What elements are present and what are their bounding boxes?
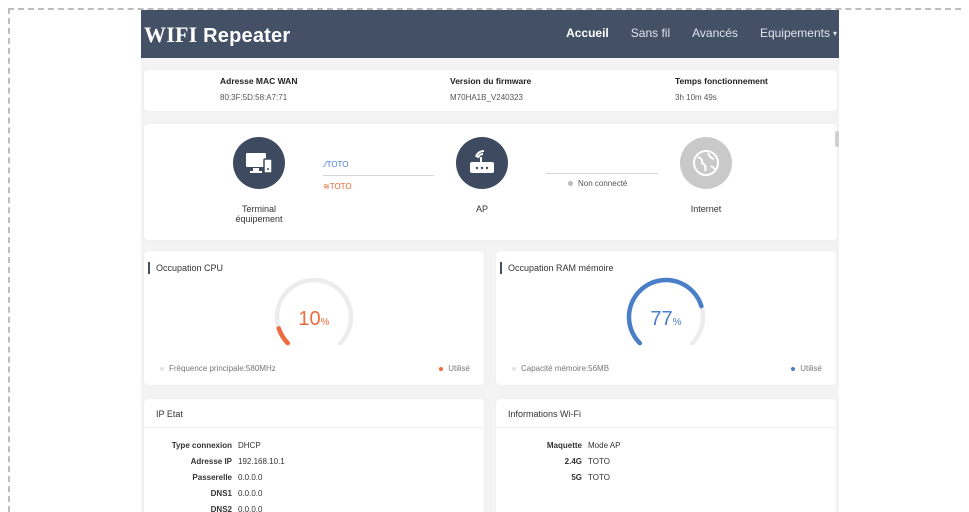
kv-key: Passerelle bbox=[192, 473, 232, 482]
kv-value: Mode AP bbox=[588, 441, 621, 450]
kv-key: 2.4G bbox=[564, 457, 582, 466]
monitor-icon bbox=[246, 153, 273, 174]
nav-equipements-label: Equipements bbox=[759, 26, 830, 40]
kv-value: 0.0.0.0 bbox=[238, 505, 263, 512]
link-terminal-ap bbox=[323, 175, 434, 176]
globe-icon bbox=[693, 150, 719, 176]
legend-dot-used bbox=[439, 366, 444, 371]
kv-key: 5G bbox=[571, 473, 582, 482]
cpu-used-label: Utilisé bbox=[448, 364, 470, 373]
top-navbar: WIFI Repeater Accueil Sans fil Avancés E… bbox=[141, 10, 839, 58]
ram-footer-right: Utilisé bbox=[791, 364, 822, 373]
cpu-footer-left: Fréquence principale:580MHz bbox=[160, 364, 276, 373]
kv-value: TOTO bbox=[588, 473, 610, 482]
brand-prefix: WIFI bbox=[144, 22, 198, 47]
kv-value: DHCP bbox=[238, 441, 261, 450]
ssid-24g-label: TOTO bbox=[329, 182, 352, 191]
ip-card-header: IP Etat bbox=[144, 399, 484, 428]
nav-avances[interactable]: Avancés bbox=[692, 26, 738, 40]
kv-value: 0.0.0.0 bbox=[238, 489, 263, 498]
ram-title: Occupation RAM mémoire bbox=[500, 262, 614, 274]
kv-key: DNS1 bbox=[210, 489, 232, 498]
brand-logo: WIFI Repeater bbox=[144, 22, 290, 48]
ram-value: 77% bbox=[616, 308, 716, 331]
ram-value-unit: % bbox=[672, 317, 682, 328]
wifi-title: Informations Wi-Fi bbox=[508, 409, 582, 419]
connection-status: Non connecté bbox=[568, 179, 627, 188]
wifi-24g-icon: ≋ bbox=[323, 182, 330, 191]
ram-value-number: 77 bbox=[650, 308, 673, 330]
legend-dot bbox=[512, 366, 516, 371]
ssid-5g-label: TOTO bbox=[326, 160, 349, 169]
mac-label: Adresse MAC WAN bbox=[220, 76, 298, 86]
wifi-info-card: Informations Wi-Fi Maquette Mode AP 2.4G TO… bbox=[496, 399, 836, 512]
mac-column: Adresse MAC WAN 80:3F:5D:58:A7:71 bbox=[220, 76, 297, 102]
legend-dot bbox=[160, 366, 164, 371]
cpu-usage-card: Occupation CPU 10% Fréquence principale:… bbox=[144, 251, 484, 385]
internet-node[interactable] bbox=[680, 137, 732, 189]
wifi-card-header: Informations Wi-Fi bbox=[496, 399, 836, 428]
ap-node[interactable] bbox=[456, 137, 508, 189]
mac-value: 80:3F:5D:58:A7:71 bbox=[220, 93, 288, 102]
ap-label: AP bbox=[475, 204, 488, 214]
link-ap-internet bbox=[546, 173, 658, 174]
system-info-card: Adresse MAC WAN 80:3F:5D:58:A7:71 Versio… bbox=[144, 70, 837, 111]
router-icon bbox=[470, 150, 494, 173]
router-dashboard: WIFI Repeater Accueil Sans fil Avancés E… bbox=[141, 10, 839, 512]
ssid-24g: ≋TOTO bbox=[323, 182, 352, 191]
nav-accueil[interactable]: Accueil bbox=[566, 26, 609, 40]
firmware-value: M70HA1B_V240323 bbox=[450, 93, 523, 102]
terminal-label-line1: Terminal bbox=[241, 204, 276, 214]
ip-status-card: IP Etat Type connexion DHCP Adresse IP 192.… bbox=[144, 399, 484, 512]
internet-label: Internet bbox=[690, 204, 722, 214]
kv-value: TOTO bbox=[588, 457, 610, 466]
uptime-value: 3h 10m 49s bbox=[675, 93, 717, 102]
kv-value: 192.168.10.1 bbox=[238, 457, 285, 466]
firmware-column: Version du firmware M70HA1B_V240323 bbox=[450, 76, 531, 102]
uptime-label: Temps fonctionnement bbox=[675, 76, 768, 86]
ram-usage-card: Occupation RAM mémoire 77% Capacité mémo… bbox=[496, 251, 836, 385]
nav-sans-fil[interactable]: Sans fil bbox=[631, 26, 670, 40]
terminal-label: Terminal équipement bbox=[228, 204, 290, 224]
brand-suffix: Repeater bbox=[203, 25, 291, 47]
uptime-column: Temps fonctionnement 3h 10m 49s bbox=[675, 76, 768, 102]
kv-value: 0.0.0.0 bbox=[238, 473, 263, 482]
kv-key: Adresse IP bbox=[190, 457, 232, 466]
ram-used-label: Utilisé bbox=[800, 364, 822, 373]
cpu-frequency: Fréquence principale:580MHz bbox=[169, 364, 276, 373]
connection-status-text: Non connecté bbox=[578, 179, 628, 188]
terminal-label-line2: équipement bbox=[235, 214, 283, 224]
ram-footer-left: Capacité mémoire:56MB bbox=[512, 364, 609, 373]
ram-capacity: Capacité mémoire:56MB bbox=[521, 364, 610, 373]
nav-equipements[interactable]: Equipements ▾ bbox=[760, 26, 837, 40]
firmware-label: Version du firmware bbox=[450, 76, 532, 86]
cpu-title: Occupation CPU bbox=[148, 262, 223, 274]
scrollbar-thumb[interactable] bbox=[835, 131, 839, 147]
network-topology-card: Terminal équipement ⫽TOTO ≋TOTO AP Non c… bbox=[144, 124, 837, 240]
kv-key: Maquette bbox=[546, 441, 582, 450]
terminal-node[interactable] bbox=[233, 137, 285, 189]
main-nav: Accueil Sans fil Avancés Equipements ▾ bbox=[544, 26, 837, 40]
cpu-footer-right: Utilisé bbox=[439, 364, 470, 373]
chevron-down-icon: ▾ bbox=[832, 29, 837, 39]
legend-dot-used bbox=[791, 366, 796, 371]
dashed-frame-left bbox=[8, 8, 10, 512]
kv-key: Type connexion bbox=[171, 441, 232, 450]
kv-key: DNS2 bbox=[210, 505, 232, 512]
ip-title: IP Etat bbox=[156, 409, 183, 419]
cpu-value-number: 10 bbox=[298, 308, 321, 330]
status-dot bbox=[568, 181, 573, 187]
ssid-5g: ⫽TOTO bbox=[323, 160, 349, 170]
cpu-value-unit: % bbox=[320, 317, 330, 328]
cpu-value: 10% bbox=[264, 308, 364, 331]
